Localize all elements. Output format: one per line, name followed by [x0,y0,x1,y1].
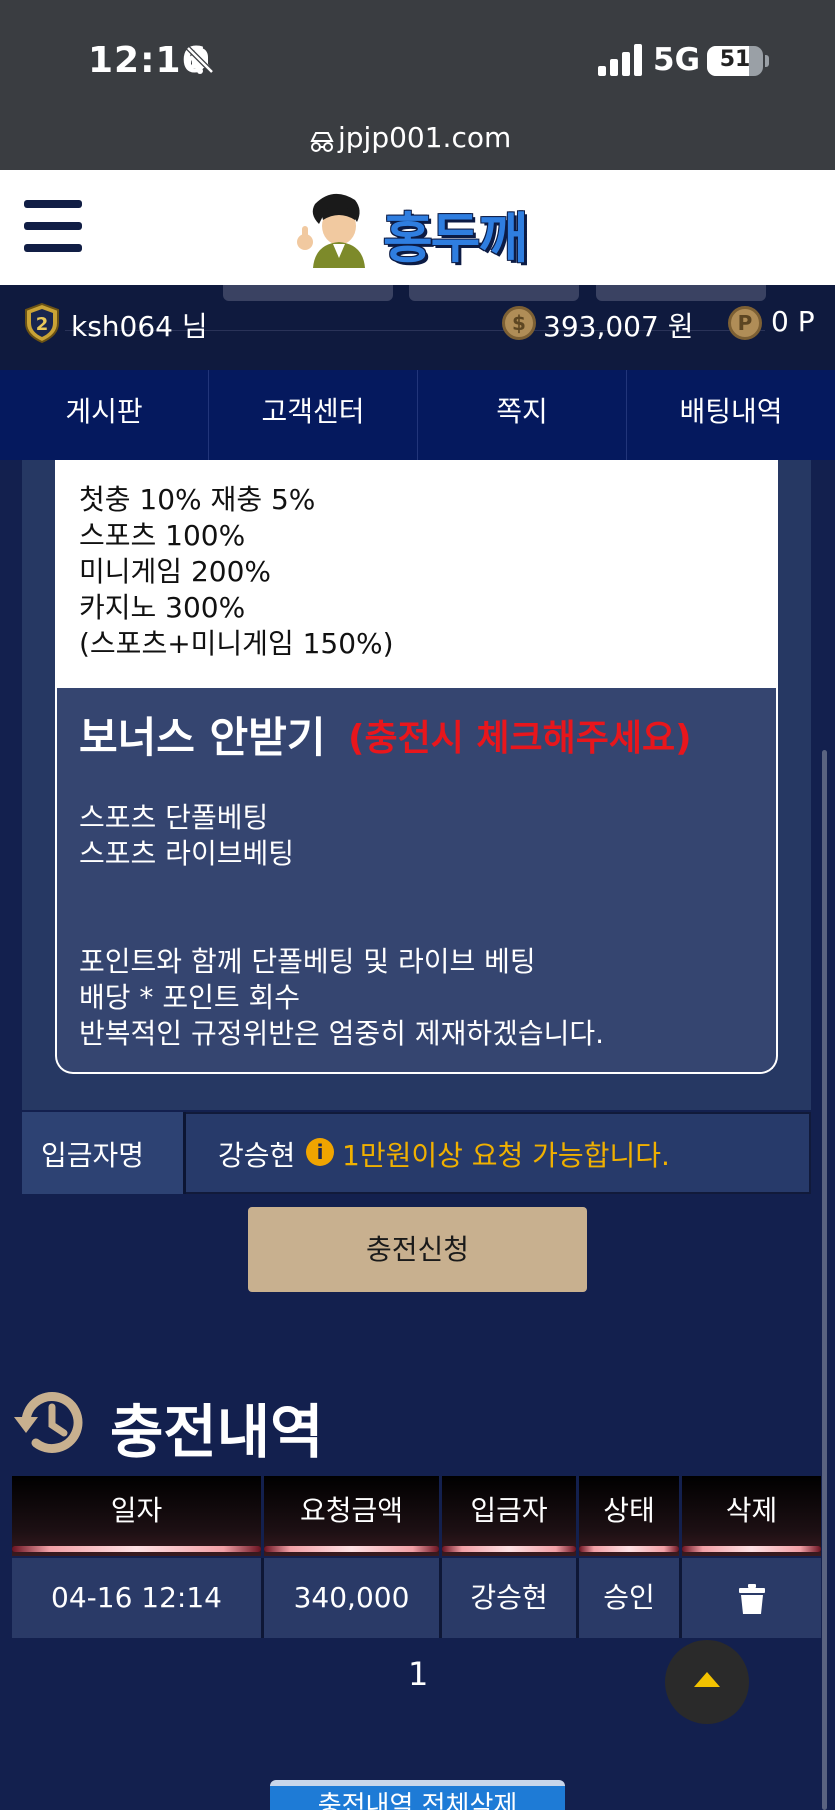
point-balance: 0 P [771,305,815,338]
depositor-name: 강승현 [218,1139,296,1172]
caret-up-icon [694,1672,720,1687]
privacy-icon [310,132,334,152]
cell-delete [682,1558,821,1638]
nav-board[interactable]: 게시판 [0,370,209,460]
mascot-icon [297,193,365,268]
bonus-line: 첫충 10% 재충 5% [79,483,316,516]
scrollbar[interactable] [822,750,827,1810]
trash-icon[interactable] [738,1584,765,1614]
logo-text: 홍두깨 [383,207,528,270]
column-delete: 삭제 [682,1476,821,1556]
no-bonus-line: 스포츠 라이브베팅 [79,837,294,870]
cell-amount: 340,000 [264,1558,442,1638]
hidden-tab[interactable] [223,285,393,301]
bell-off-icon [186,46,214,74]
table-header: 일자 요청금액 입금자 상태 삭제 [12,1476,821,1556]
column-status: 상태 [579,1476,682,1556]
battery-icon: 51 [707,46,763,76]
hidden-tab[interactable] [596,285,766,301]
deposit-info-text: 1만원이상 요청 가능합니다. [342,1139,670,1172]
no-bonus-line: 스포츠 단폴베팅 [79,801,269,834]
delete-all-history-button[interactable]: 충전내역 전체삭제 [270,1780,565,1810]
charge-request-button[interactable]: 충전신청 [248,1207,587,1292]
page-number[interactable]: 1 [408,1655,428,1693]
bonus-line: (스포츠+미니게임 150%) [79,627,394,660]
url-text[interactable]: jpjp001.com [338,121,511,154]
no-bonus-line: 배당 * 포인트 회수 [79,981,301,1014]
bonus-line: 카지노 300% [79,591,246,624]
cell-status: 승인 [579,1558,682,1638]
no-bonus-line: 포인트와 함께 단폴베팅 및 라이브 베팅 [79,945,536,978]
nav-bet-history[interactable]: 배팅내역 [627,370,835,460]
bonus-line: 스포츠 100% [79,519,246,552]
no-bonus-line: 반복적인 규정위반은 엄중히 제재하겠습니다. [79,1017,605,1050]
point-icon: P [728,306,762,340]
column-amount: 요청금액 [264,1476,442,1556]
cell-date: 04-16 12:14 [12,1558,264,1638]
history-icon [14,1392,83,1453]
level-number: 2 [36,314,49,335]
table-row: 04-16 12:14 340,000 강승현 승인 [12,1558,821,1638]
menu-icon[interactable] [24,200,82,252]
no-bonus-note: (충전시 체크해주세요) [348,718,692,759]
nav-messages[interactable]: 쪽지 [418,370,627,460]
hidden-tab[interactable] [409,285,579,301]
site-logo[interactable]: 홍두깨 [293,186,543,270]
username: ksh064 님 [71,310,208,343]
column-depositor: 입금자 [442,1476,579,1556]
history-title: 충전내역 [110,1398,324,1466]
depositor-label: 입금자명 [41,1139,145,1172]
network-type: 5G [653,42,701,78]
bonus-line: 미니게임 200% [79,555,271,588]
info-icon: i [306,1138,334,1166]
money-icon: $ [502,306,536,340]
no-bonus-title: 보너스 안받기 [79,713,326,762]
money-balance: 393,007 원 [543,310,694,343]
signal-icon [598,44,642,76]
main-nav: 게시판 고객센터 쪽지 배팅내역 [0,370,835,460]
battery-tip [765,55,769,67]
level-badge-icon: 2 [25,303,59,343]
battery-level: 51 [719,47,751,72]
cell-depositor: 강승현 [442,1558,579,1638]
nav-customer-center[interactable]: 고객센터 [209,370,418,460]
column-date: 일자 [12,1476,264,1556]
